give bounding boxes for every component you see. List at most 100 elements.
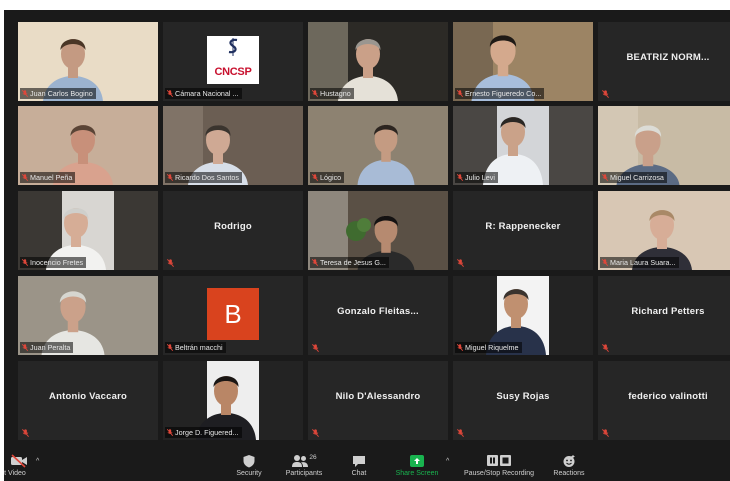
shield-icon [243,455,255,468]
participant-name-label: Maria Laura Suara... [600,257,679,268]
logo-text: CNCSP [214,66,252,78]
video-caret-icon[interactable]: ^ [36,458,39,465]
zoom-meeting-window: Juan Carlos Bogino CNCSP Cámara Nacional .… [4,10,730,481]
mic-muted-icon [312,174,318,181]
participant-name: Julio Levi [465,173,495,182]
mic-muted-icon [602,344,609,352]
participant-name: Manuel Peña [30,173,73,182]
mic-muted-icon [167,174,173,181]
participants-label: Participants [285,470,323,477]
smiley-icon [563,455,575,467]
reactions-label: Reactions [553,470,585,477]
participant-name: Lógico [320,173,342,182]
participant-tile[interactable]: Ricardo Dos Santos [163,106,303,185]
participant-name-label: Jorge D. Figuered... [165,427,242,438]
participant-name: Inocencio Fretes [30,258,84,267]
participant-name: Nilo D'Alessandro [335,391,421,402]
participant-name: Susy Rojas [496,391,550,402]
participant-tile[interactable]: Hustagno [308,22,448,101]
participant-name: Juan Peralta [30,343,71,352]
mic-muted-icon [22,90,28,97]
participant-tile[interactable]: Lógico [308,106,448,185]
participant-tile[interactable]: Susy Rojas [453,361,593,440]
organization-logo: CNCSP [207,36,259,84]
participant-tile[interactable]: Ernesto Figueredo Co... [453,22,593,101]
mic-muted-icon [312,344,319,352]
participant-tile[interactable]: Juan Carlos Bogino [18,22,158,101]
participant-name: Richard Petters [631,306,705,317]
participant-tile[interactable]: Miguel Carrizosa [598,106,730,185]
avatar: B [207,288,259,340]
participant-name-label: Ricardo Dos Santos [165,172,242,183]
stop-video-button[interactable]: t Video [4,454,34,477]
mic-muted-icon [312,90,318,97]
mic-muted-icon [457,259,464,267]
participant-tile[interactable]: Inocencio Fretes [18,191,158,270]
participant-name-label: Miguel Riquelme [455,342,522,353]
share-screen-icon [410,455,424,467]
mic-muted-icon [602,90,609,98]
mic-muted-icon [167,344,173,351]
share-screen-button[interactable]: Share Screen [390,454,444,477]
participants-count: 26 [309,454,317,461]
participant-name-label: Cámara Nacional ... [165,88,242,99]
participant-tile[interactable]: Maria Laura Suara... [598,191,730,270]
chat-icon [353,456,365,467]
mic-muted-icon [602,174,608,181]
participant-name-label: Inocencio Fretes [20,257,87,268]
participant-tile[interactable]: Richard Petters [598,276,730,355]
mic-muted-icon [167,90,173,97]
participant-tile[interactable]: Julio Levi [453,106,593,185]
mic-muted-icon [22,429,29,437]
participant-name-label: Juan Peralta [20,342,74,353]
mic-muted-icon [22,344,28,351]
participant-name: Ernesto Figueredo Co... [465,89,542,98]
video-off-icon [11,454,27,468]
participant-name: Jorge D. Figuered... [175,428,239,437]
participant-tile[interactable]: BEATRIZ NORM... [598,22,730,101]
participant-name: Miguel Carrizosa [610,173,664,182]
participant-tile[interactable]: federico valinotti [598,361,730,440]
participant-name: Teresa de Jesus G... [320,258,386,267]
mic-muted-icon [457,344,463,351]
security-button[interactable]: Security [226,454,272,477]
participant-tile[interactable]: Miguel Riquelme [453,276,593,355]
participant-tile[interactable]: Nilo D'Alessandro [308,361,448,440]
mic-muted-icon [602,429,609,437]
participant-name: Rodrigo [214,221,252,232]
mic-muted-icon [167,429,173,436]
participant-name: BEATRIZ NORM... [626,52,710,63]
pause-stop-icon [487,455,511,466]
participant-name-label: Juan Carlos Bogino [20,88,96,99]
participant-tile[interactable]: Rodrigo [163,191,303,270]
participant-name: federico valinotti [628,391,708,402]
participant-name: Antonio Vaccaro [49,391,127,402]
participant-tile[interactable]: Juan Peralta [18,276,158,355]
participant-tile[interactable]: Manuel Peña [18,106,158,185]
participant-tile[interactable]: B Beltrán macchi [163,276,303,355]
mic-muted-icon [457,174,463,181]
participant-name: Miguel Riquelme [465,343,519,352]
share-caret-icon[interactable]: ^ [446,458,449,465]
reactions-button[interactable]: Reactions [548,454,590,477]
participant-tile[interactable]: R: Rappenecker [453,191,593,270]
participant-tile[interactable]: Gonzalo Fleitas... [308,276,448,355]
participant-name: Maria Laura Suara... [610,258,676,267]
participant-name-label: Lógico [310,172,345,183]
participant-name-label: Beltrán macchi [165,342,226,353]
participant-name: Ricardo Dos Santos [175,173,239,182]
pause-stop-recording-button[interactable]: Pause/Stop Recording [456,454,542,477]
participants-icon [292,455,309,467]
participant-name: Beltrán macchi [175,343,223,352]
participants-button[interactable]: 26 Participants [278,454,330,477]
participant-tile[interactable]: Teresa de Jesus G... [308,191,448,270]
chat-button[interactable]: Chat [342,454,376,477]
recording-label: Pause/Stop Recording [463,470,535,477]
participant-tile[interactable]: CNCSP Cámara Nacional ... [163,22,303,101]
participant-name-label: Ernesto Figueredo Co... [455,88,545,99]
mic-muted-icon [312,429,319,437]
participant-tile[interactable]: Antonio Vaccaro [18,361,158,440]
mic-muted-icon [457,90,463,97]
mic-muted-icon [457,429,464,437]
participant-tile[interactable]: Jorge D. Figuered... [163,361,303,440]
